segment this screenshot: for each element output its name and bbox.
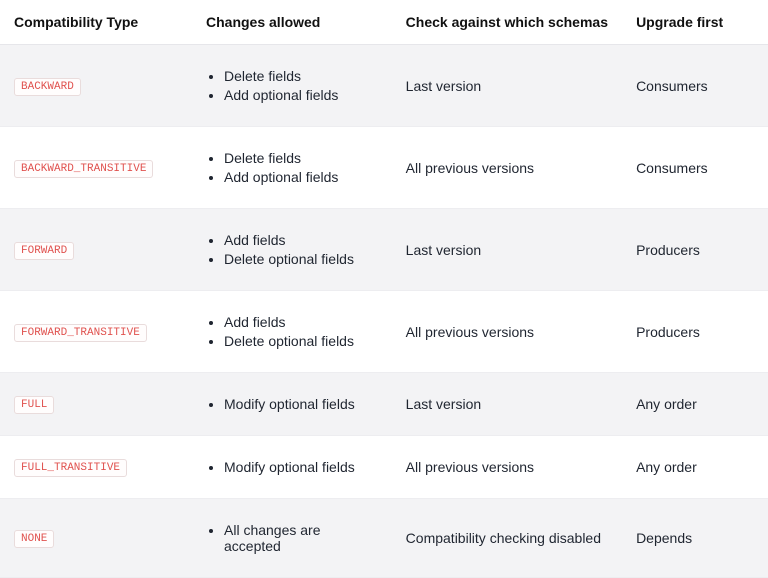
compat-type-badge: BACKWARD	[14, 78, 81, 96]
changes-list: All changes are accepted	[206, 522, 378, 554]
compat-type-badge: FORWARD_TRANSITIVE	[14, 324, 147, 342]
changes-list: Modify optional fields	[206, 459, 378, 475]
cell-check-schemas: All previous versions	[392, 291, 622, 373]
cell-changes-allowed: Delete fields Add optional fields	[192, 45, 392, 127]
cell-compatibility-type: BACKWARD	[0, 45, 192, 127]
cell-check-schemas: Last version	[392, 373, 622, 436]
cell-upgrade-first: Depends	[622, 499, 768, 578]
cell-changes-allowed: Delete fields Add optional fields	[192, 127, 392, 209]
cell-check-schemas: Last version	[392, 45, 622, 127]
cell-compatibility-type: FULL	[0, 373, 192, 436]
cell-changes-allowed: Add fields Delete optional fields	[192, 291, 392, 373]
table-row: FORWARD_TRANSITIVE Add fields Delete optio…	[0, 291, 768, 373]
cell-compatibility-type: FORWARD	[0, 209, 192, 291]
cell-check-schemas: Last version	[392, 209, 622, 291]
table-row: FULL Modify optional fields Last versionAn…	[0, 373, 768, 436]
col-changes-allowed: Changes allowed	[192, 0, 392, 45]
list-item: Delete optional fields	[224, 333, 378, 349]
compat-type-badge: NONE	[14, 530, 54, 548]
cell-upgrade-first: Any order	[622, 436, 768, 499]
cell-upgrade-first: Consumers	[622, 45, 768, 127]
table-row: BACKWARD_TRANSITIVE Delete fields Add opti…	[0, 127, 768, 209]
table-body: BACKWARD Delete fields Add optional fields…	[0, 45, 768, 578]
cell-compatibility-type: NONE	[0, 499, 192, 578]
cell-changes-allowed: Modify optional fields	[192, 373, 392, 436]
list-item: Delete fields	[224, 150, 378, 166]
cell-upgrade-first: Producers	[622, 209, 768, 291]
list-item: Delete optional fields	[224, 251, 378, 267]
list-item: Modify optional fields	[224, 459, 378, 475]
compat-type-badge: FULL	[14, 396, 54, 414]
list-item: All changes are accepted	[224, 522, 378, 554]
cell-upgrade-first: Producers	[622, 291, 768, 373]
cell-changes-allowed: Add fields Delete optional fields	[192, 209, 392, 291]
cell-changes-allowed: All changes are accepted	[192, 499, 392, 578]
col-upgrade-first: Upgrade first	[622, 0, 768, 45]
table-row: FORWARD Add fields Delete optional fields L…	[0, 209, 768, 291]
cell-compatibility-type: FULL_TRANSITIVE	[0, 436, 192, 499]
list-item: Add optional fields	[224, 87, 378, 103]
changes-list: Add fields Delete optional fields	[206, 232, 378, 267]
cell-check-schemas: All previous versions	[392, 436, 622, 499]
cell-compatibility-type: BACKWARD_TRANSITIVE	[0, 127, 192, 209]
changes-list: Add fields Delete optional fields	[206, 314, 378, 349]
list-item: Add fields	[224, 314, 378, 330]
cell-changes-allowed: Modify optional fields	[192, 436, 392, 499]
cell-upgrade-first: Consumers	[622, 127, 768, 209]
table-header: Compatibility Type Changes allowed Check…	[0, 0, 768, 45]
cell-compatibility-type: FORWARD_TRANSITIVE	[0, 291, 192, 373]
table-row: NONE All changes are accepted Compatibilit…	[0, 499, 768, 578]
changes-list: Modify optional fields	[206, 396, 378, 412]
list-item: Delete fields	[224, 68, 378, 84]
list-item: Modify optional fields	[224, 396, 378, 412]
changes-list: Delete fields Add optional fields	[206, 150, 378, 185]
list-item: Add fields	[224, 232, 378, 248]
cell-check-schemas: Compatibility checking disabled	[392, 499, 622, 578]
compatibility-table: Compatibility Type Changes allowed Check…	[0, 0, 768, 578]
changes-list: Delete fields Add optional fields	[206, 68, 378, 103]
cell-check-schemas: All previous versions	[392, 127, 622, 209]
compat-type-badge: FULL_TRANSITIVE	[14, 459, 127, 477]
compat-type-badge: FORWARD	[14, 242, 74, 260]
table-row: FULL_TRANSITIVE Modify optional fields All…	[0, 436, 768, 499]
list-item: Add optional fields	[224, 169, 378, 185]
compat-type-badge: BACKWARD_TRANSITIVE	[14, 160, 153, 178]
col-compatibility-type: Compatibility Type	[0, 0, 192, 45]
table-row: BACKWARD Delete fields Add optional fields…	[0, 45, 768, 127]
col-check-schemas: Check against which schemas	[392, 0, 622, 45]
cell-upgrade-first: Any order	[622, 373, 768, 436]
